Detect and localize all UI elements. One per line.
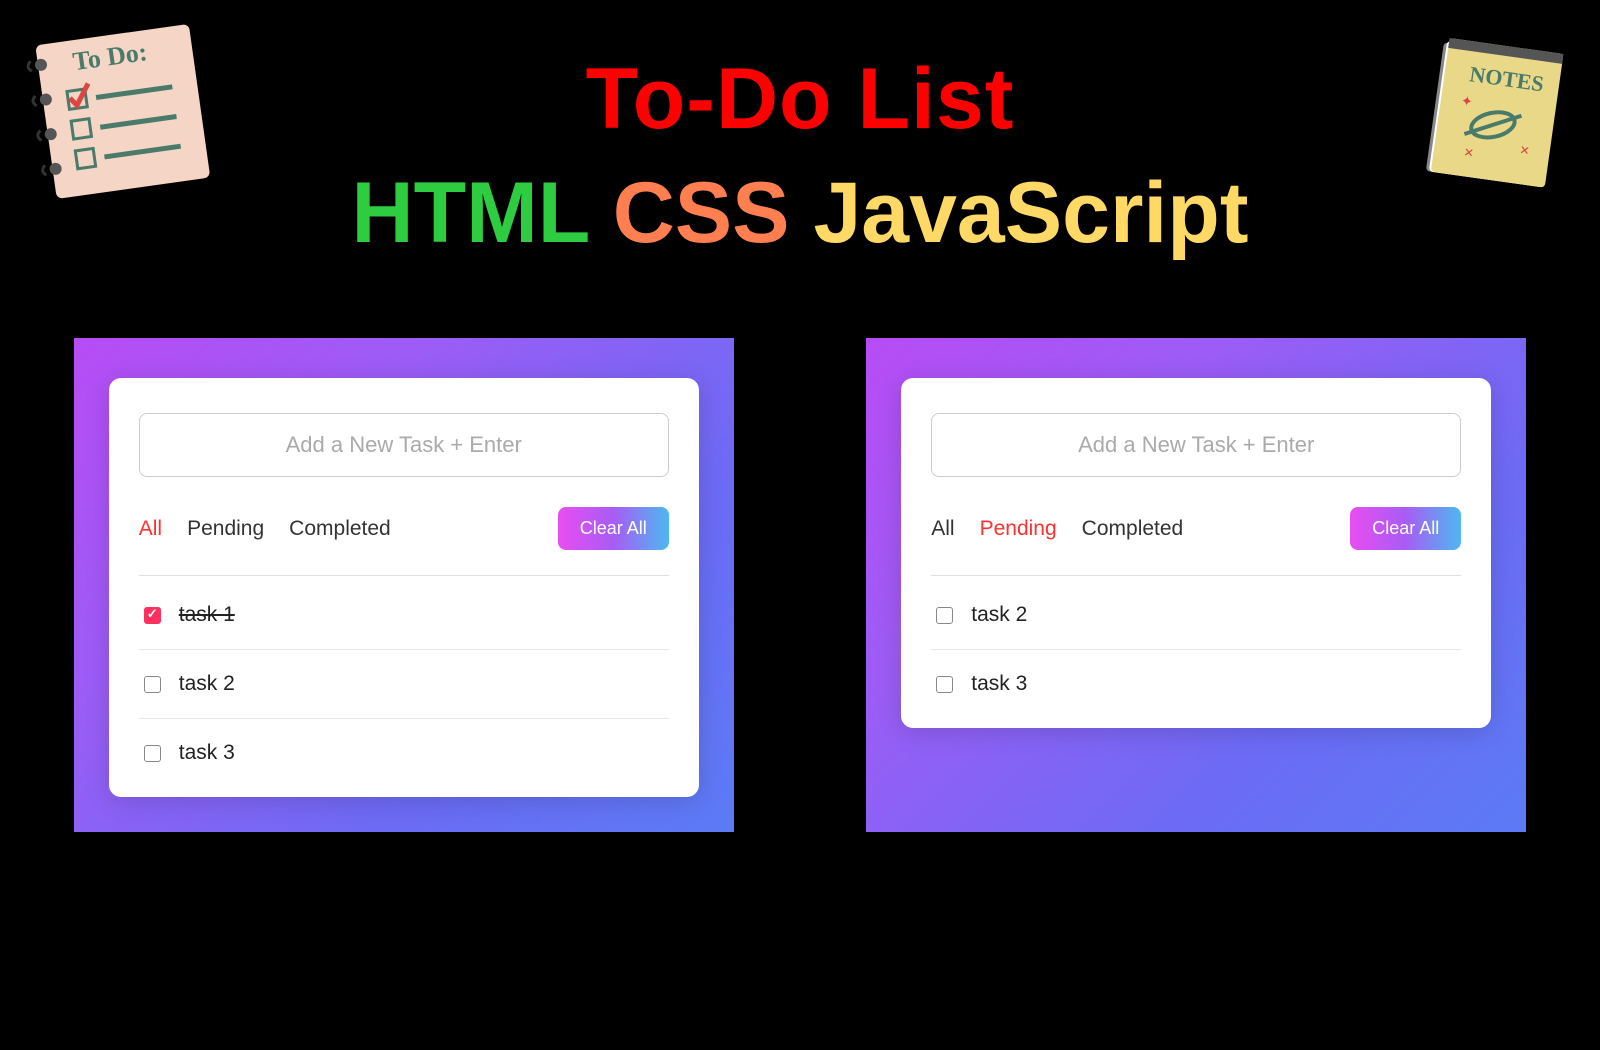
page-subtitle: HTML CSS JavaScript (0, 164, 1600, 263)
controls-row: All Pending Completed Clear All (139, 507, 669, 576)
filter-tabs: All Pending Completed (139, 517, 391, 541)
task-checkbox[interactable] (144, 607, 161, 624)
todo-card: All Pending Completed Clear All task 1 t… (109, 378, 699, 797)
page-title: To-Do List (0, 50, 1600, 149)
task-checkbox[interactable] (144, 676, 161, 693)
task-item: task 2 (139, 650, 669, 719)
clear-all-button[interactable]: Clear All (1350, 507, 1461, 550)
subtitle-html: HTML (352, 165, 589, 261)
tab-completed[interactable]: Completed (289, 517, 391, 541)
subtitle-js: JavaScript (813, 165, 1248, 261)
task-item: task 1 (139, 581, 669, 650)
task-checkbox[interactable] (936, 676, 953, 693)
task-list: task 1 task 2 task 3 (139, 576, 669, 787)
notes-sticker-icon: NOTES ✦ ✕ ✕ (1420, 30, 1570, 190)
tab-all[interactable]: All (139, 517, 162, 541)
task-label: task 2 (971, 603, 1027, 627)
task-checkbox[interactable] (144, 745, 161, 762)
tab-pending[interactable]: Pending (980, 517, 1057, 541)
todo-panel-pending: All Pending Completed Clear All task 2 t… (866, 338, 1526, 832)
page-header: To-Do List HTML CSS JavaScript (0, 0, 1600, 263)
task-label: task 2 (179, 672, 235, 696)
tab-pending[interactable]: Pending (187, 517, 264, 541)
subtitle-css: CSS (613, 165, 790, 261)
task-item: task 3 (931, 650, 1461, 718)
panels-container: All Pending Completed Clear All task 1 t… (0, 338, 1600, 832)
svg-text:✕: ✕ (1463, 145, 1475, 160)
task-label: task 3 (971, 672, 1027, 696)
new-task-input[interactable] (139, 413, 669, 477)
todo-card: All Pending Completed Clear All task 2 t… (901, 378, 1491, 728)
task-checkbox[interactable] (936, 607, 953, 624)
task-label: task 3 (179, 741, 235, 765)
filter-tabs: All Pending Completed (931, 517, 1183, 541)
task-item: task 3 (139, 719, 669, 787)
controls-row: All Pending Completed Clear All (931, 507, 1461, 576)
todo-panel-all: All Pending Completed Clear All task 1 t… (74, 338, 734, 832)
todo-sticker-icon: To Do: (20, 20, 210, 200)
svg-text:✕: ✕ (1519, 143, 1531, 158)
tab-completed[interactable]: Completed (1082, 517, 1184, 541)
clear-all-button[interactable]: Clear All (558, 507, 669, 550)
new-task-input[interactable] (931, 413, 1461, 477)
task-item: task 2 (931, 581, 1461, 650)
task-label: task 1 (179, 603, 235, 627)
tab-all[interactable]: All (931, 517, 954, 541)
task-list: task 2 task 3 (931, 576, 1461, 718)
